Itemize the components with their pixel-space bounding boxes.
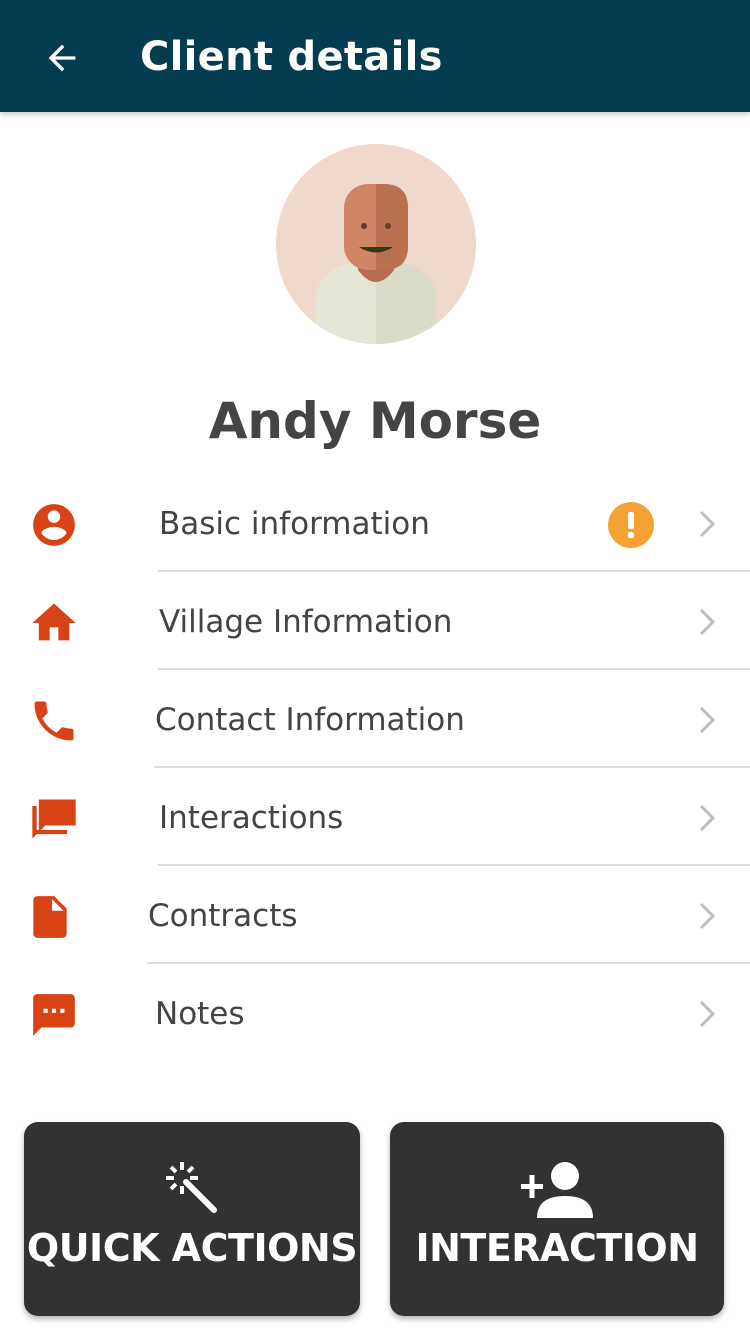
menu-row-contracts[interactable]: Contracts	[0, 866, 750, 964]
chevron-right-icon	[699, 608, 716, 636]
back-button[interactable]	[36, 32, 88, 84]
quick-actions-button[interactable]: QUICK ACTIONS	[24, 1122, 360, 1316]
chevron-right-icon	[699, 1000, 716, 1028]
home-icon	[28, 597, 80, 649]
magic-wand-icon	[166, 1162, 217, 1213]
phone-icon	[28, 695, 80, 747]
warning-badge	[608, 502, 654, 548]
document-icon	[24, 891, 76, 943]
menu-row-contact-information[interactable]: Contact Information	[0, 670, 750, 768]
chevron-right-icon	[699, 510, 716, 538]
account-circle-icon	[28, 499, 80, 551]
person-add-icon	[521, 1162, 593, 1218]
client-name: Andy Morse	[208, 392, 542, 450]
exclamation-icon	[628, 512, 634, 538]
sms-icon	[28, 989, 80, 1041]
menu-label: Notes	[155, 996, 245, 1032]
quick-actions-label: QUICK ACTIONS	[26, 1226, 358, 1270]
app-bar: Client details	[0, 0, 750, 112]
menu-label: Basic information	[159, 506, 430, 542]
arrow-back-icon	[48, 44, 76, 72]
chevron-right-icon	[699, 902, 716, 930]
interaction-label: INTERACTION	[415, 1226, 699, 1270]
avatar	[276, 144, 476, 344]
menu-label: Village Information	[159, 604, 453, 640]
menu-row-village-information[interactable]: Village Information	[0, 572, 750, 670]
menu-row-notes[interactable]: Notes	[0, 964, 750, 1062]
chevron-right-icon	[699, 804, 716, 832]
menu-label: Interactions	[159, 800, 344, 836]
menu-row-interactions[interactable]: Interactions	[0, 768, 750, 866]
chevron-right-icon	[699, 706, 716, 734]
menu-label: Contracts	[148, 898, 298, 934]
menu-row-basic-information[interactable]: Basic information	[0, 474, 750, 572]
person-illustration	[316, 184, 436, 344]
forum-icon	[28, 793, 80, 845]
interaction-button[interactable]: INTERACTION	[390, 1122, 724, 1316]
page-title: Client details	[140, 34, 443, 80]
menu-label: Contact Information	[155, 702, 465, 738]
